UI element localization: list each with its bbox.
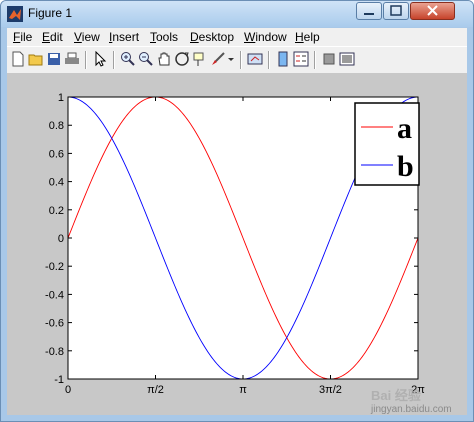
matlab-icon (7, 6, 23, 22)
menu-view[interactable]: View (74, 30, 100, 44)
legend-label-b: b (397, 150, 414, 183)
hide-plot-tools-icon[interactable] (321, 51, 337, 67)
menu-tools[interactable]: Tools (150, 30, 178, 44)
rotate-3d-icon[interactable] (174, 51, 190, 67)
x-tick-label: π (239, 384, 247, 396)
x-tick-label: π/2 (147, 384, 164, 396)
link-plot-icon[interactable] (247, 51, 263, 67)
menu-file[interactable]: File (13, 30, 32, 44)
window-title: Figure 1 (28, 6, 73, 20)
toolbar-separator (240, 51, 242, 69)
menu-desktop[interactable]: Desktop (190, 30, 234, 44)
x-tick-label: 0 (65, 384, 71, 396)
figure-canvas: 0 π/2 π 3π/2 2π -1 -0.8 -0.6 -0.4 -0.2 0 0.2 0.4 0.6 0… (7, 73, 467, 415)
plot-axes[interactable]: 0 π/2 π 3π/2 2π-1-0.8-0.6-0.4-0.200.20.40.60… (7, 73, 467, 415)
data-cursor-icon[interactable] (192, 51, 208, 67)
figure-toolbar (7, 46, 467, 74)
title-bar[interactable]: Figure 1 (1, 1, 473, 27)
y-tick-label: -0.2 (45, 261, 64, 273)
brush-icon[interactable] (210, 51, 226, 67)
y-tick-label: 0.4 (49, 177, 64, 189)
insert-colorbar-icon[interactable] (275, 51, 291, 67)
zoom-in-icon[interactable] (120, 51, 136, 67)
show-plot-tools-icon[interactable] (339, 51, 355, 67)
close-icon (427, 5, 438, 16)
y-tick-label: 0.2 (49, 205, 64, 217)
menu-insert[interactable]: Insert (109, 30, 139, 44)
minimize-button[interactable] (356, 2, 382, 20)
y-tick-label: 1 (58, 92, 64, 104)
toolbar-separator (85, 51, 87, 69)
watermark-text: Bai 经验 (371, 388, 421, 403)
chevron-down-icon[interactable] (226, 51, 236, 67)
y-tick-label: -0.4 (45, 289, 64, 301)
y-tick-label: 0.8 (49, 120, 64, 132)
edit-plot-arrow-icon[interactable] (92, 51, 108, 67)
figure-window: Figure 1 File Edit View Insert Tools Des… (0, 0, 474, 422)
print-icon[interactable] (64, 51, 80, 67)
menu-bar: File Edit View Insert Tools Desktop Wind… (7, 28, 467, 46)
x-tick-label: 3π/2 (319, 384, 342, 396)
toolbar-separator (113, 51, 115, 69)
open-file-icon[interactable] (28, 51, 44, 67)
minimize-icon (364, 13, 374, 15)
menu-edit[interactable]: Edit (42, 30, 63, 44)
maximize-button[interactable] (383, 2, 409, 20)
watermark-subtext: jingyan.baidu.com (371, 404, 452, 415)
y-tick-label: 0 (58, 233, 64, 245)
legend-label-a: a (397, 112, 412, 145)
y-tick-label: -0.6 (45, 318, 64, 330)
watermark: Bai 经验 jingyan.baidu.com (371, 385, 452, 415)
new-figure-icon[interactable] (10, 51, 26, 67)
pan-icon[interactable] (156, 51, 172, 67)
y-tick-label: 0.6 (49, 148, 64, 160)
toolbar-separator (314, 51, 316, 69)
y-tick-label: -0.8 (45, 346, 64, 358)
close-button[interactable] (410, 2, 455, 20)
menu-help[interactable]: Help (295, 30, 320, 44)
y-tick-label: -1 (54, 374, 64, 386)
menu-window[interactable]: Window (244, 30, 287, 44)
maximize-icon (390, 5, 402, 16)
save-icon[interactable] (46, 51, 62, 67)
insert-legend-icon[interactable] (293, 51, 309, 67)
zoom-out-icon[interactable] (138, 51, 154, 67)
toolbar-separator (268, 51, 270, 69)
